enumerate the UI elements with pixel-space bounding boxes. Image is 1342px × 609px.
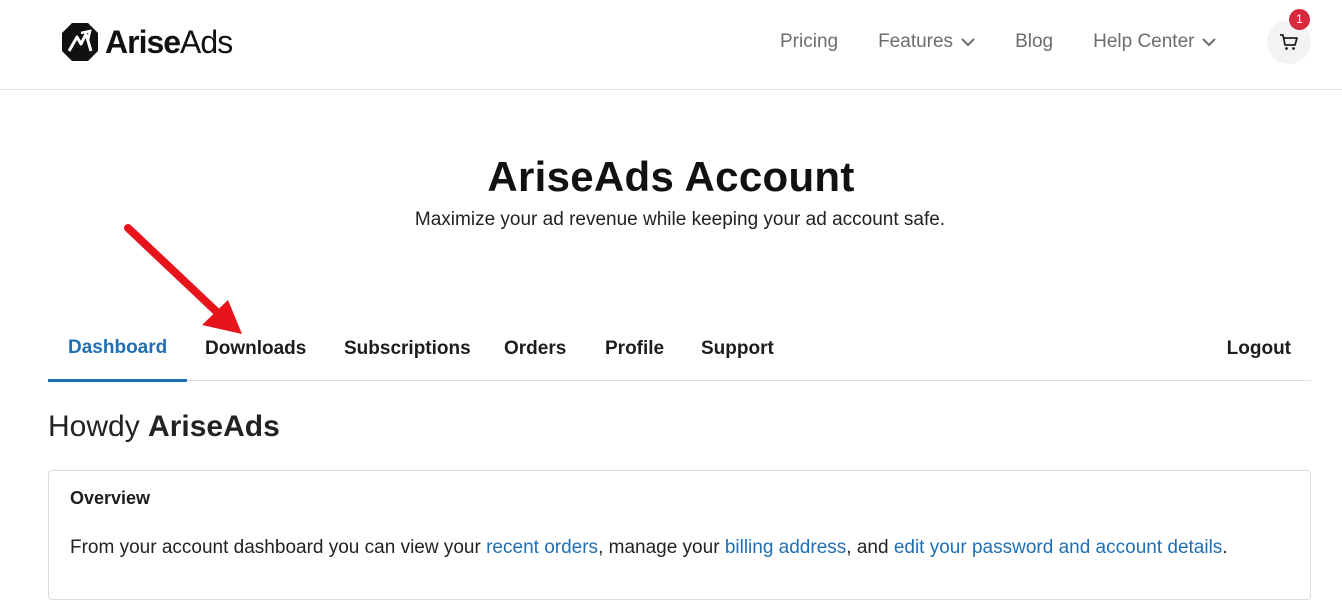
overview-text-part: , and [846,537,894,558]
logout-label: Logout [1226,337,1291,359]
overview-text-part: . [1222,537,1228,558]
tab-orders-label: Orders [504,337,567,359]
tab-dashboard-label: Dashboard [68,336,168,358]
nav-help-center-label: Help Center [1093,31,1195,52]
nav-pricing-label: Pricing [780,31,839,52]
billing-address-link[interactable]: billing address [725,537,846,558]
tab-downloads-label: Downloads [205,337,307,359]
chevron-down-icon [1202,37,1217,46]
greeting-heading: Howdy AriseAds [48,410,280,444]
tab-dashboard[interactable]: Dashboard [48,316,188,382]
cart-icon [1280,34,1298,50]
greeting-username: AriseAds [148,410,280,443]
site-header: AriseAds Pricing Features Blog Help Cent… [0,0,1342,90]
tab-downloads[interactable]: Downloads [185,316,326,381]
recent-orders-link[interactable]: recent orders [486,537,598,558]
account-details-link[interactable]: edit your password and account details [894,537,1222,558]
nav-blog[interactable]: Blog [1015,31,1053,53]
page-title: AriseAds Account [487,153,855,200]
logout-link[interactable]: Logout [1207,316,1311,381]
tab-profile-label: Profile [605,337,665,359]
nav-pricing[interactable]: Pricing [780,31,838,53]
tab-orders[interactable]: Orders [484,316,586,381]
chevron-down-icon [961,37,975,46]
tab-support[interactable]: Support [681,316,794,381]
tab-support-label: Support [701,337,774,359]
greeting-prefix: Howdy [48,410,140,443]
nav-help-center[interactable]: Help Center [1093,31,1217,53]
main-nav: Pricing Features Blog Help Center [780,0,1256,84]
tab-subscriptions-label: Subscriptions [344,337,471,359]
nav-features[interactable]: Features [878,31,975,53]
nav-blog-label: Blog [1015,31,1054,52]
account-tabs: Dashboard Downloads Subscriptions Orders… [48,316,1311,382]
overview-title: Overview [70,488,151,508]
tab-profile[interactable]: Profile [585,316,684,381]
overview-text-part: From your account dashboard you can view… [70,537,487,558]
brand-logo[interactable]: AriseAds [60,21,233,63]
logo-mark-icon [62,23,98,61]
overview-text-part: , manage your [598,537,725,558]
overview-text: From your account dashboard you can view… [70,537,1228,559]
nav-features-label: Features [878,31,954,52]
brand-wordmark: AriseAds [105,24,233,60]
tab-subscriptions[interactable]: Subscriptions [324,316,491,381]
cart-count-badge: 1 [1289,9,1310,30]
overview-card: Overview From your account dashboard you… [48,470,1311,600]
